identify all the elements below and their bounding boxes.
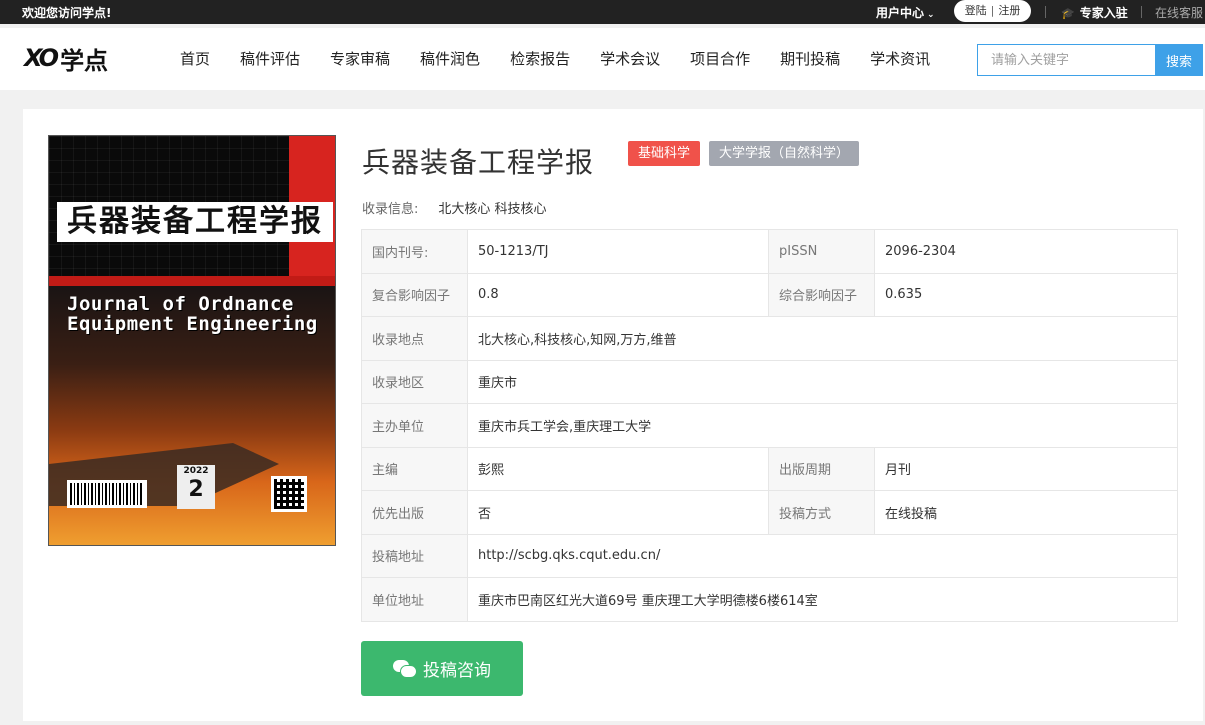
method-value: 在线投稿 bbox=[874, 490, 1178, 535]
nav-academic-conference[interactable]: 学术会议 bbox=[585, 28, 675, 90]
search-input[interactable] bbox=[977, 44, 1155, 76]
consult-label: 投稿咨询 bbox=[423, 661, 491, 681]
nav-journal-submission[interactable]: 期刊投稿 bbox=[765, 28, 855, 90]
field-label: 出版周期 bbox=[768, 446, 875, 491]
separator: | bbox=[990, 4, 995, 17]
field-label: 优先出版 bbox=[361, 490, 468, 535]
field-label: 国内刊号: bbox=[361, 229, 468, 274]
field-label: 综合影响因子 bbox=[768, 272, 875, 317]
field-label: 主编 bbox=[361, 446, 468, 491]
cover-en-line1: Journal of Ordnance bbox=[67, 293, 294, 315]
logo-mark: XO bbox=[24, 44, 59, 72]
field-label: 收录地区 bbox=[361, 359, 468, 404]
composite-if-value: 0.8 bbox=[467, 272, 769, 317]
collection-value: 北大核心 科技核心 bbox=[438, 202, 547, 217]
region-value: 重庆市 bbox=[467, 359, 1178, 404]
cover-en-line2: Equipment Engineering bbox=[67, 313, 318, 335]
cover-cn-title: 兵器装备工程学报 bbox=[57, 202, 333, 242]
field-label: 复合影响因子 bbox=[361, 272, 468, 317]
search-bar: 搜索 bbox=[977, 44, 1203, 76]
journal-detail-card: 兵器装备工程学报 Journal of Ordnance Equipment E… bbox=[23, 109, 1203, 721]
collection-label: 收录信息: bbox=[362, 202, 419, 217]
field-label: 投稿方式 bbox=[768, 490, 875, 535]
table-row: 单位地址 重庆市巴南区红光大道69号 重庆理工大学明德楼6楼614室 bbox=[361, 577, 1178, 622]
table-row: 主办单位 重庆市兵工学会,重庆理工大学 bbox=[361, 403, 1178, 448]
table-row: 主编 彭熙 出版周期 月刊 bbox=[361, 446, 1178, 491]
user-center-label: 用户中心 bbox=[876, 6, 925, 20]
journal-info-table: 国内刊号: 50-1213/TJ pISSN 2096-2304 复合影响因子 … bbox=[361, 229, 1178, 622]
address-value: 重庆市巴南区红光大道69号 重庆理工大学明德楼6楼614室 bbox=[467, 577, 1178, 622]
overall-if-value: 0.635 bbox=[874, 272, 1178, 317]
nav-academic-news[interactable]: 学术资讯 bbox=[855, 28, 945, 90]
editor-value: 彭熙 bbox=[467, 446, 769, 491]
expert-join-link[interactable]: 🎓 专家入驻 bbox=[1061, 4, 1128, 21]
table-row: 国内刊号: 50-1213/TJ pISSN 2096-2304 bbox=[361, 229, 1178, 274]
barcode-icon bbox=[67, 480, 147, 508]
graduation-cap-icon: 🎓 bbox=[1061, 7, 1075, 20]
header: XO 学点 首页 稿件评估 专家审稿 稿件润色 检索报告 学术会议 项目合作 期… bbox=[0, 28, 1205, 90]
register-link[interactable]: 注册 bbox=[998, 4, 1020, 17]
online-service-link[interactable]: 在线客服 bbox=[1155, 4, 1203, 21]
type-badge: 大学学报（自然科学） bbox=[709, 141, 860, 166]
table-row: 收录地区 重庆市 bbox=[361, 359, 1178, 404]
top-bar: 欢迎您访问学点! 用户中心 ⌄ 登陆 | 注册 🎓 专家入驻 在线客服 bbox=[0, 0, 1205, 24]
cover-en-title: Journal of Ordnance Equipment Engineerin… bbox=[67, 294, 318, 334]
divider bbox=[1045, 6, 1046, 18]
login-link[interactable]: 登陆 bbox=[965, 4, 987, 17]
table-row: 收录地点 北大核心,科技核心,知网,万方,维普 bbox=[361, 316, 1178, 361]
field-label: 单位地址 bbox=[361, 577, 468, 622]
search-button[interactable]: 搜索 bbox=[1155, 44, 1203, 76]
main-nav: 首页 稿件评估 专家审稿 稿件润色 检索报告 学术会议 项目合作 期刊投稿 学术… bbox=[165, 28, 945, 90]
chat-bubbles-icon bbox=[393, 659, 417, 678]
cover-red-strip bbox=[49, 276, 335, 286]
sponsor-value: 重庆市兵工学会,重庆理工大学 bbox=[467, 403, 1178, 448]
journal-title: 兵器装备工程学报 bbox=[362, 146, 595, 179]
submission-url-link[interactable]: http://scbg.qks.cqut.edu.cn/ bbox=[467, 533, 1178, 578]
table-row: 投稿地址 http://scbg.qks.cqut.edu.cn/ bbox=[361, 533, 1178, 578]
field-label: 收录地点 bbox=[361, 316, 468, 361]
login-register-pill: 登陆 | 注册 bbox=[954, 0, 1031, 22]
divider bbox=[1141, 6, 1142, 18]
indexed-value: 北大核心,科技核心,知网,万方,维普 bbox=[467, 316, 1178, 361]
nav-manuscript-polishing[interactable]: 稿件润色 bbox=[405, 28, 495, 90]
journal-cover-image: 兵器装备工程学报 Journal of Ordnance Equipment E… bbox=[48, 135, 336, 546]
nav-project-cooperation[interactable]: 项目合作 bbox=[675, 28, 765, 90]
collection-info: 收录信息: 北大核心 科技核心 bbox=[362, 198, 547, 217]
table-row: 优先出版 否 投稿方式 在线投稿 bbox=[361, 490, 1178, 535]
cover-issue-box: 2022 2 bbox=[177, 465, 215, 509]
pissn-value: 2096-2304 bbox=[874, 229, 1178, 274]
expert-join-label: 专家入驻 bbox=[1079, 6, 1128, 20]
category-badge: 基础科学 bbox=[628, 141, 701, 166]
nav-manuscript-evaluation[interactable]: 稿件评估 bbox=[225, 28, 315, 90]
qr-code-icon bbox=[271, 476, 307, 512]
nav-expert-review[interactable]: 专家审稿 bbox=[315, 28, 405, 90]
table-row: 复合影响因子 0.8 综合影响因子 0.635 bbox=[361, 272, 1178, 317]
chevron-down-icon: ⌄ bbox=[927, 10, 935, 20]
priority-value: 否 bbox=[467, 490, 769, 535]
user-center-menu[interactable]: 用户中心 ⌄ bbox=[876, 4, 935, 21]
nav-home[interactable]: 首页 bbox=[165, 28, 225, 90]
field-label: pISSN bbox=[768, 229, 875, 274]
logo-text: 学点 bbox=[60, 45, 109, 75]
cover-issue-number: 2 bbox=[188, 477, 204, 502]
cn-number-value: 50-1213/TJ bbox=[467, 229, 769, 274]
site-logo[interactable]: XO 学点 bbox=[24, 43, 109, 75]
cover-year: 2022 bbox=[183, 466, 209, 476]
field-label: 主办单位 bbox=[361, 403, 468, 448]
welcome-text: 欢迎您访问学点! bbox=[22, 6, 112, 20]
nav-search-report[interactable]: 检索报告 bbox=[495, 28, 585, 90]
field-label: 投稿地址 bbox=[361, 533, 468, 578]
submission-consult-button[interactable]: 投稿咨询 bbox=[361, 641, 523, 696]
frequency-value: 月刊 bbox=[874, 446, 1178, 491]
